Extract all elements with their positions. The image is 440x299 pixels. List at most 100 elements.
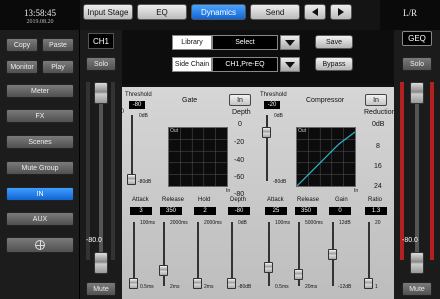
master-strip: GEQ Solo -80.0 Mute bbox=[394, 30, 440, 299]
sidechain-dropdown-button[interactable] bbox=[280, 57, 300, 72]
sidechain-label: Side Chain bbox=[172, 57, 212, 72]
master-solo-button[interactable]: Solo bbox=[402, 57, 432, 71]
master-fader-top-handle[interactable] bbox=[410, 82, 424, 104]
channel-solo-button[interactable]: Solo bbox=[86, 57, 116, 71]
compressor-graph-plot bbox=[296, 128, 356, 187]
gate-depth-scale-3: -60 bbox=[234, 174, 245, 181]
master-level-readout: -80.0 bbox=[402, 237, 418, 244]
next-button[interactable] bbox=[330, 4, 352, 20]
master-mute-button[interactable]: Mute bbox=[402, 282, 432, 296]
gate-release-handle[interactable] bbox=[159, 265, 168, 276]
comp-gain-value: 0 bbox=[329, 207, 351, 215]
link-button[interactable] bbox=[6, 237, 74, 253]
gate-release-label: Release bbox=[162, 197, 185, 203]
gate-scale-0: 0 bbox=[120, 109, 124, 115]
comp-ratio-track bbox=[368, 222, 370, 286]
reduction-scale-3: 24 bbox=[374, 183, 382, 190]
gate-release-track bbox=[163, 222, 165, 286]
gate-depth-value: -80 bbox=[228, 207, 250, 215]
copy-button[interactable]: Copy bbox=[6, 38, 38, 52]
gate-threshold-handle[interactable] bbox=[127, 174, 136, 185]
gate-depth-scale-0: 0 bbox=[238, 121, 242, 128]
comp-attack-track bbox=[268, 222, 270, 286]
tab-dynamics[interactable]: Dynamics bbox=[191, 4, 246, 20]
master-fader-handle[interactable] bbox=[410, 252, 424, 274]
monitor-button[interactable]: Monitor bbox=[6, 60, 38, 74]
comp-gain-max: 12dB bbox=[339, 220, 351, 226]
gate-release-max: 2000ms bbox=[170, 220, 188, 226]
library-label: Library bbox=[172, 35, 212, 50]
comp-attack-handle[interactable] bbox=[264, 262, 273, 273]
comp-ratio-handle[interactable] bbox=[364, 278, 373, 289]
channel-fader-handle[interactable] bbox=[94, 252, 108, 274]
comp-attack-min: 0.5ms bbox=[275, 284, 289, 290]
sidebar-item-mute-group[interactable]: Mute Group bbox=[6, 161, 74, 175]
comp-threshold-label: Threshold bbox=[260, 92, 287, 98]
dynamics-panel: Threshold -80 0dB -80dB 0 Gate In Out In… bbox=[121, 87, 396, 299]
comp-release-min: 20ms bbox=[305, 284, 318, 290]
sidebar-item-in[interactable]: IN bbox=[6, 187, 74, 201]
comp-gain-handle[interactable] bbox=[328, 249, 337, 260]
sidebar-item-fx[interactable]: FX bbox=[6, 109, 74, 123]
sidechain-select[interactable]: CH1,Pre-EQ bbox=[212, 57, 278, 72]
channel-name: CH1 bbox=[88, 33, 114, 49]
gate-in-button[interactable]: In bbox=[229, 94, 251, 106]
gate-depth-handle[interactable] bbox=[227, 278, 236, 289]
compressor-in-button[interactable]: In bbox=[365, 94, 387, 106]
library-select[interactable]: Select bbox=[212, 35, 278, 50]
master-meter-right bbox=[430, 82, 434, 260]
save-button[interactable]: Save bbox=[315, 35, 353, 49]
comp-attack-label: Attack bbox=[267, 197, 284, 203]
comp-attack-max: 100ms bbox=[275, 220, 291, 226]
gate-title: Gate bbox=[182, 97, 198, 104]
gate-hold-max: 2000ms bbox=[204, 220, 222, 226]
gate-attack-track bbox=[133, 222, 135, 286]
sidebar-item-meter[interactable]: Meter bbox=[6, 84, 74, 98]
geq-button[interactable]: GEQ bbox=[402, 31, 432, 46]
tab-eq[interactable]: EQ bbox=[137, 4, 187, 20]
comp-threshold-max: 0dB bbox=[274, 113, 283, 119]
paste-button[interactable]: Paste bbox=[42, 38, 74, 52]
comp-release-label: Release bbox=[297, 197, 320, 203]
gate-attack-handle[interactable] bbox=[129, 278, 138, 289]
gate-depth-track bbox=[231, 222, 233, 286]
gate-depth-max: 0dB bbox=[238, 220, 247, 226]
preset-controls: Library Select Save Side Chain CH1,Pre-E… bbox=[122, 30, 394, 84]
channel-meter-left bbox=[86, 82, 90, 260]
channel-mute-button[interactable]: Mute bbox=[86, 282, 116, 296]
channel-meter-right bbox=[111, 82, 115, 260]
gate-release-value: 350 bbox=[160, 207, 182, 215]
gate-depth-param-label: Depth bbox=[230, 197, 247, 203]
sidebar-item-aux[interactable]: AUX bbox=[6, 212, 74, 226]
sidebar-item-scenes[interactable]: Scenes bbox=[6, 135, 74, 149]
reduction-scale-0: 0dB bbox=[372, 121, 385, 128]
gate-hold-handle[interactable] bbox=[193, 278, 202, 289]
top-nav: Input Stage EQ Dynamics Send bbox=[80, 0, 380, 30]
compressor-title: Compressor bbox=[306, 97, 345, 104]
play-button[interactable]: Play bbox=[42, 60, 74, 74]
channel-strip: CH1 Solo -80.0 Mute bbox=[80, 30, 122, 299]
comp-gain-label: Gain bbox=[335, 197, 348, 203]
library-dropdown-button[interactable] bbox=[280, 35, 300, 50]
sidebar: Copy Paste Monitor Play Meter FX Scenes … bbox=[0, 30, 80, 299]
bypass-button[interactable]: Bypass bbox=[315, 57, 353, 71]
comp-ratio-max: 20 bbox=[375, 220, 381, 226]
gate-attack-label: Attack bbox=[132, 197, 149, 203]
compressor-graph-in-label: In bbox=[354, 188, 359, 194]
comp-release-handle[interactable] bbox=[294, 269, 303, 280]
comp-threshold-handle[interactable] bbox=[262, 127, 271, 138]
tab-send[interactable]: Send bbox=[250, 4, 300, 20]
gate-threshold-track bbox=[131, 115, 133, 181]
gate-depth-scale-1: -20 bbox=[234, 139, 245, 146]
gate-threshold-max: 0dB bbox=[139, 113, 148, 119]
gate-threshold-min: -80dB bbox=[138, 179, 152, 185]
channel-fader-top-handle[interactable] bbox=[94, 82, 108, 104]
comp-threshold-track bbox=[266, 115, 268, 181]
gate-release-min: 2ms bbox=[170, 284, 180, 290]
gate-graph-plot bbox=[169, 128, 227, 186]
previous-button[interactable] bbox=[304, 4, 326, 20]
bus-label: L/R bbox=[402, 8, 417, 18]
crosshair-icon bbox=[35, 240, 45, 250]
tab-input-stage[interactable]: Input Stage bbox=[83, 4, 133, 20]
reduction-title: Reduction bbox=[364, 109, 396, 116]
